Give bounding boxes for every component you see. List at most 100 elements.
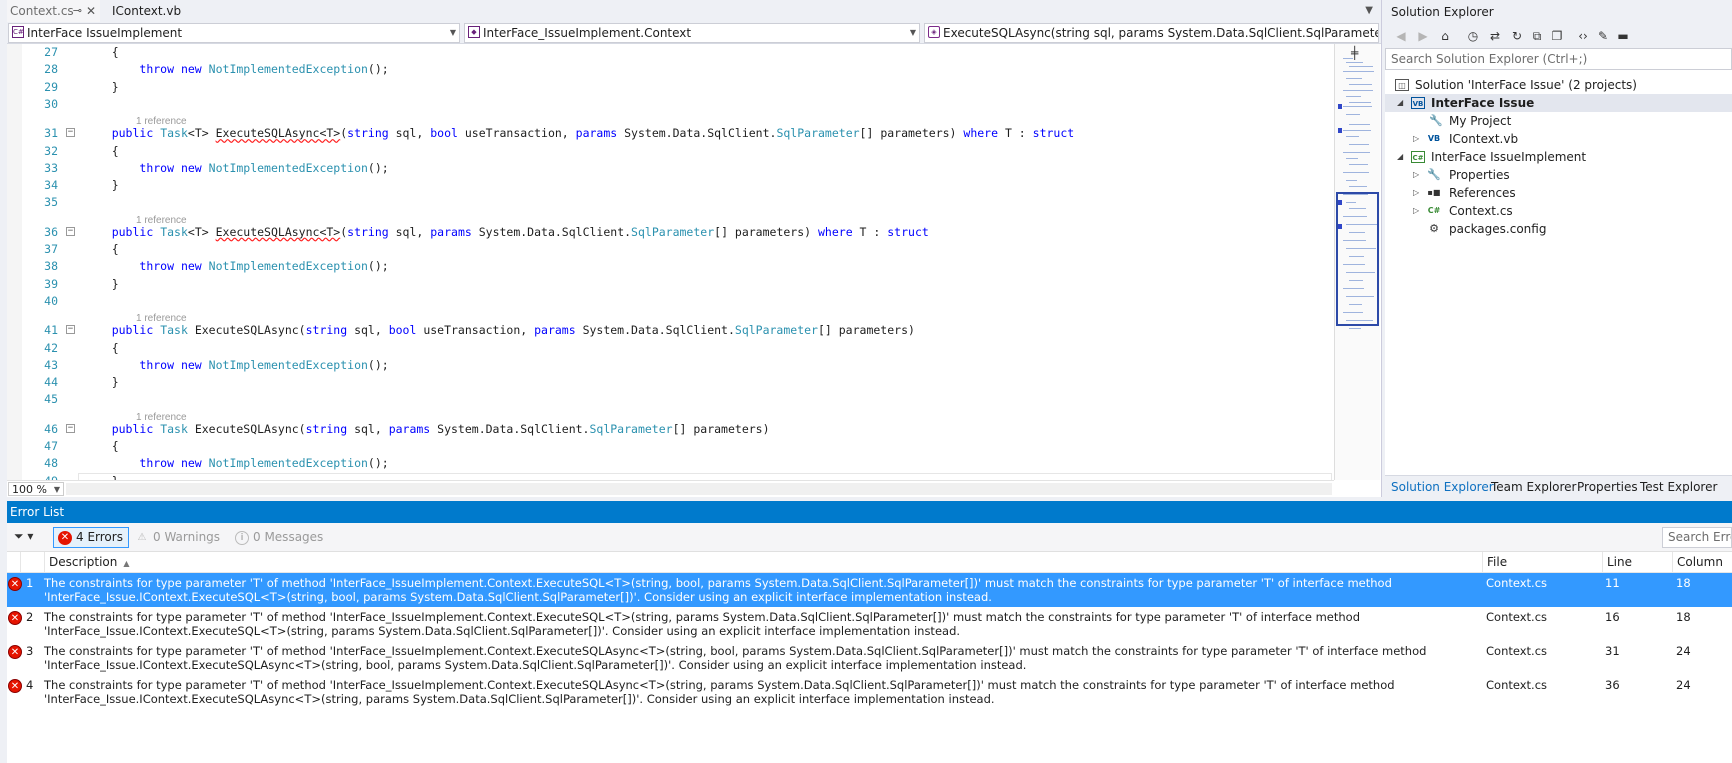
minimap-line bbox=[1346, 114, 1360, 115]
error-row[interactable]: ✕ 3 The constraints for type parameter 'T'… bbox=[0, 641, 1732, 675]
chevron-down-icon: ▼ bbox=[449, 28, 456, 37]
code-text: throw new NotImplementedException(); bbox=[139, 259, 389, 274]
project-dropdown[interactable]: C# InterFace IssueImplement ▼ bbox=[8, 23, 460, 43]
warnings-filter-toggle[interactable]: ⚠ 0 Warnings bbox=[130, 527, 226, 548]
code-line[interactable]: 33 throw new NotImplementedException(); bbox=[0, 160, 1334, 176]
code-line[interactable]: 42 { bbox=[0, 340, 1334, 356]
code-line[interactable]: 30 bbox=[0, 96, 1334, 112]
code-line[interactable]: 44 } bbox=[0, 374, 1334, 390]
vertical-scrollbar-map[interactable]: ╪ bbox=[1334, 44, 1380, 480]
horizontal-scrollbar[interactable] bbox=[66, 483, 1332, 495]
pending-changes-filter-icon[interactable]: ◷ bbox=[1465, 28, 1481, 44]
tab-icontext-vb[interactable]: IContext.vb bbox=[102, 0, 198, 22]
tab-properties[interactable]: Properties bbox=[1577, 476, 1638, 498]
code-line[interactable]: 36− public Task<T> ExecuteSQLAsync<T>(st… bbox=[0, 224, 1334, 240]
collapse-region-icon[interactable]: − bbox=[66, 423, 75, 433]
home-icon[interactable]: ⌂ bbox=[1437, 28, 1453, 44]
error-row[interactable]: ✕ 1 The constraints for type parameter 'T'… bbox=[0, 573, 1732, 607]
code-line[interactable]: 31− public Task<T> ExecuteSQLAsync<T>(st… bbox=[0, 125, 1334, 141]
tab-team-explorer[interactable]: Team Explorer bbox=[1491, 476, 1577, 498]
code-line[interactable]: 46− public Task ExecuteSQLAsync(string s… bbox=[0, 421, 1334, 437]
type-dropdown[interactable]: ◆ InterFace_IssueImplement.Context ▼ bbox=[464, 23, 920, 43]
tree-node-my-project[interactable]: 🔧 My Project bbox=[1385, 112, 1732, 130]
code-line[interactable]: 49 } bbox=[0, 472, 1334, 480]
expanded-triangle-icon: ◢ bbox=[1397, 98, 1404, 107]
code-line[interactable]: 38 throw new NotImplementedException(); bbox=[0, 258, 1334, 274]
error-row[interactable]: ✕ 2 The constraints for type parameter 'T'… bbox=[0, 607, 1732, 641]
collapse-region-icon[interactable]: − bbox=[66, 325, 75, 335]
code-line[interactable]: 29 } bbox=[0, 79, 1334, 95]
tree-node-properties[interactable]: ▷ 🔧 Properties bbox=[1385, 166, 1732, 184]
tree-node-icontext-vb[interactable]: ▷ VB IContext.vb bbox=[1385, 130, 1732, 148]
error-search-input[interactable]: Search Error bbox=[1662, 527, 1732, 548]
properties-wrench-icon[interactable]: ✎ bbox=[1595, 28, 1611, 44]
minimap-line bbox=[1343, 312, 1363, 313]
zoom-level-dropdown[interactable]: 100 % ▼ bbox=[8, 482, 64, 496]
code-text-area[interactable]: 27 {28 throw new NotImplementedException… bbox=[0, 44, 1334, 480]
error-row[interactable]: ✕ 4 The constraints for type parameter 'T'… bbox=[0, 675, 1732, 709]
tree-node-packages-config[interactable]: ⚙ packages.config bbox=[1385, 220, 1732, 238]
collapse-all-icon[interactable]: ⧉ bbox=[1529, 28, 1545, 44]
close-icon[interactable]: ✕ bbox=[86, 0, 96, 22]
error-column: 24 bbox=[1676, 678, 1691, 692]
column-header-severity[interactable] bbox=[20, 552, 44, 573]
column-header-column[interactable]: Column bbox=[1672, 552, 1732, 573]
minus-icon[interactable]: ▬ bbox=[1615, 28, 1631, 44]
error-icon: ✕ bbox=[8, 577, 22, 591]
code-line[interactable]: 27 { bbox=[0, 44, 1334, 60]
forward-icon[interactable]: ▶ bbox=[1415, 28, 1431, 44]
filter-icon[interactable]: ⏷ ▾ bbox=[14, 529, 33, 544]
tab-context-cs[interactable]: Context.cs ⊸ ✕ bbox=[0, 0, 100, 22]
column-header-description[interactable]: Description ▲ bbox=[44, 552, 1482, 573]
messages-filter-toggle[interactable]: i 0 Messages bbox=[230, 527, 329, 548]
tool-window-tabs: Solution Explorer Team Explorer Properti… bbox=[1385, 475, 1732, 497]
code-line[interactable]: 40 bbox=[0, 293, 1334, 309]
minimap-line bbox=[1346, 272, 1375, 273]
line-number: 46 bbox=[44, 421, 58, 436]
error-description: The constraints for type parameter 'T' o… bbox=[44, 576, 1392, 604]
tab-test-explorer[interactable]: Test Explorer bbox=[1640, 476, 1717, 498]
code-line[interactable]: 48 throw new NotImplementedException(); bbox=[0, 455, 1334, 471]
code-line[interactable]: 39 } bbox=[0, 276, 1334, 292]
minimap-line bbox=[1343, 130, 1371, 131]
refresh-icon[interactable]: ↻ bbox=[1509, 28, 1525, 44]
column-header-line[interactable]: Line bbox=[1602, 552, 1672, 573]
code-text: { bbox=[84, 242, 119, 256]
error-marker[interactable] bbox=[1338, 128, 1342, 133]
collapse-region-icon[interactable]: − bbox=[66, 226, 75, 236]
error-marker[interactable] bbox=[1338, 224, 1342, 229]
code-line[interactable]: 28 throw new NotImplementedException(); bbox=[0, 61, 1334, 77]
member-dropdown[interactable]: ◈ ExecuteSQLAsync(string sql, params Sys… bbox=[924, 23, 1379, 43]
code-line[interactable]: 34 } bbox=[0, 177, 1334, 193]
code-line[interactable]: 32 { bbox=[0, 143, 1334, 159]
scrollbar-viewport-thumb[interactable] bbox=[1336, 192, 1379, 326]
tab-solution-explorer[interactable]: Solution Explorer bbox=[1391, 476, 1494, 498]
pin-icon[interactable]: ⊸ bbox=[73, 0, 82, 22]
show-all-files-icon[interactable]: ❐ bbox=[1549, 28, 1565, 44]
code-line[interactable]: 35 bbox=[0, 194, 1334, 210]
tree-node-references[interactable]: ▷ ▪■ References bbox=[1385, 184, 1732, 202]
code-text: } bbox=[84, 473, 119, 480]
tree-node-solution[interactable]: ◫ Solution 'InterFace Issue' (2 projects… bbox=[1395, 76, 1725, 94]
tab-label: Context.cs bbox=[10, 4, 74, 18]
code-line[interactable]: 47 { bbox=[0, 438, 1334, 454]
code-line[interactable]: 43 throw new NotImplementedException(); bbox=[0, 357, 1334, 373]
collapse-region-icon[interactable]: − bbox=[66, 128, 75, 138]
error-marker[interactable] bbox=[1338, 200, 1342, 205]
view-code-icon[interactable]: ‹› bbox=[1575, 28, 1591, 44]
code-line[interactable]: 45 bbox=[0, 391, 1334, 407]
errors-filter-toggle[interactable]: ✕ 4 Errors bbox=[53, 527, 129, 548]
tree-node-vb-project[interactable]: ◢ VB InterFace Issue bbox=[1385, 94, 1732, 112]
tree-node-cs-project[interactable]: ◢ C# InterFace IssueImplement bbox=[1385, 148, 1732, 166]
column-header-file[interactable]: File bbox=[1482, 552, 1602, 573]
solution-search-input[interactable]: Search Solution Explorer (Ctrl+;) bbox=[1385, 48, 1732, 70]
line-number: 32 bbox=[44, 143, 58, 158]
sync-with-document-icon[interactable]: ⇄ bbox=[1487, 28, 1503, 44]
error-marker[interactable] bbox=[1338, 104, 1342, 109]
collapsed-triangle-icon: ▷ bbox=[1413, 206, 1420, 215]
tree-node-context-cs[interactable]: ▷ C# Context.cs bbox=[1385, 202, 1732, 220]
code-line[interactable]: 37 { bbox=[0, 241, 1334, 257]
tab-overflow-dropdown-icon[interactable]: ▼ bbox=[1365, 0, 1373, 22]
code-line[interactable]: 41− public Task ExecuteSQLAsync(string s… bbox=[0, 322, 1334, 338]
back-icon[interactable]: ◀ bbox=[1393, 28, 1409, 44]
